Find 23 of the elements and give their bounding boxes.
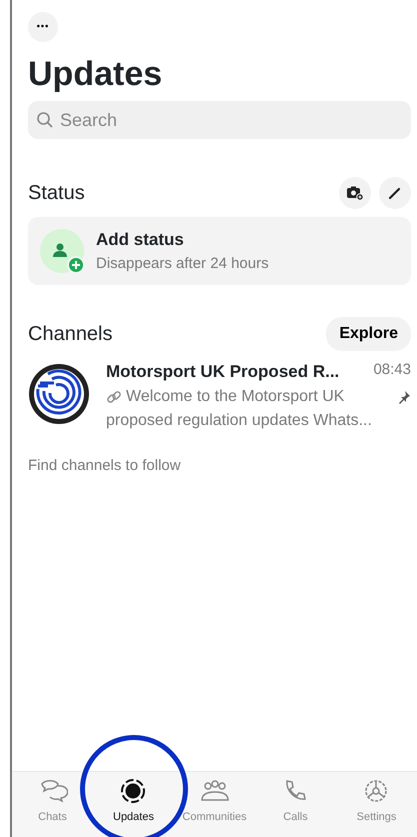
channel-avatar-icon <box>28 363 90 426</box>
add-status-subtitle: Disappears after 24 hours <box>96 254 269 274</box>
camera-button[interactable] <box>339 177 371 210</box>
link-icon <box>106 388 122 405</box>
camera-plus-icon <box>346 185 364 202</box>
page-title: Updates <box>28 56 164 94</box>
pencil-button[interactable] <box>379 177 411 210</box>
section-heading: Status <box>28 181 86 206</box>
channel-row[interactable]: Motorsport UK Proposed R... 08:43 Welcome to the Motorsport UK proposed regulation updates Whats... <box>28 359 411 433</box>
add-status-card[interactable]: Add status Disappears after 24 hours <box>28 217 411 286</box>
channel-time: 08:43 <box>373 360 411 380</box>
tab[interactable]: Updates <box>93 772 174 837</box>
explore-button[interactable]: Explore <box>326 317 411 352</box>
channel-preview: Welcome to the Motorsport UK <box>126 386 346 407</box>
more-button[interactable]: ••• <box>28 12 58 42</box>
avatar-icon <box>40 229 84 274</box>
add-status-title: Add status <box>96 229 185 252</box>
channel-preview: proposed regulation updates Whats... <box>106 410 373 431</box>
search-field[interactable]: Search <box>28 101 411 140</box>
section-heading: Channels <box>28 322 114 348</box>
find-channels-link[interactable]: Find channels to follow <box>28 454 181 478</box>
channel-name: Motorsport UK Proposed R... <box>106 361 340 384</box>
pencil-icon <box>387 185 403 202</box>
